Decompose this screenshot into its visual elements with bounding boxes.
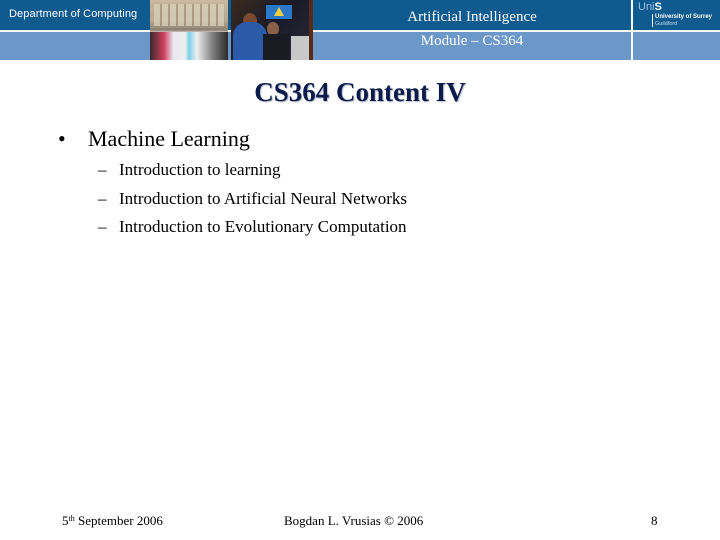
- students-at-screen-photo: [231, 0, 309, 60]
- bullet-symbol: •: [58, 126, 66, 151]
- sub-bullet-text: Introduction to Evolutionary Computation: [119, 217, 407, 236]
- footer-date: 5th September 2006: [62, 513, 163, 529]
- logo-divider: [631, 0, 633, 60]
- slide-footer: 5th September 2006 Bogdan L. Vrusias © 2…: [0, 513, 720, 533]
- module-code: Module – CS364: [420, 33, 524, 49]
- slide-header: Department of Computing Artificial Intel…: [0, 0, 720, 62]
- computer-lab-photo: [150, 0, 228, 60]
- sub-bullet-symbol: –: [98, 188, 107, 208]
- footer-author: Bogdan L. Vrusias © 2006: [284, 513, 424, 528]
- sub-bullet-symbol: –: [98, 160, 107, 179]
- laptop-image: [291, 36, 309, 60]
- logo-uni: Uni: [638, 1, 655, 13]
- logo-s: S: [654, 1, 662, 13]
- pyramid-graphic-image: [274, 7, 284, 16]
- university-name: University of Surrey: [655, 14, 713, 20]
- person-body-image: [263, 34, 289, 60]
- header-bottom-divider: [0, 60, 720, 62]
- university-location: Guildford: [655, 21, 678, 27]
- date-rest: September 2006: [74, 513, 163, 528]
- sub-bullet-symbol: –: [98, 217, 107, 236]
- slide-title: CS364 Content IV: [254, 77, 466, 107]
- students-at-computers-image: [150, 32, 228, 60]
- university-logo: UniS University of Surrey Guildford: [636, 1, 720, 30]
- person-body-image: [233, 22, 267, 60]
- unis-logo-text: UniS: [638, 1, 662, 13]
- sub-bullet-text: Introduction to learning: [119, 160, 281, 179]
- bullet-text: Machine Learning: [88, 126, 250, 151]
- department-name: Department of Computing: [9, 8, 138, 20]
- lab-desks-image: [154, 4, 224, 26]
- sub-bullet-text: Introduction to Artificial Neural Networ…: [119, 188, 407, 208]
- logo-bar: [652, 14, 653, 27]
- course-title: Artificial Intelligence: [407, 9, 537, 25]
- page-number: 8: [651, 513, 658, 528]
